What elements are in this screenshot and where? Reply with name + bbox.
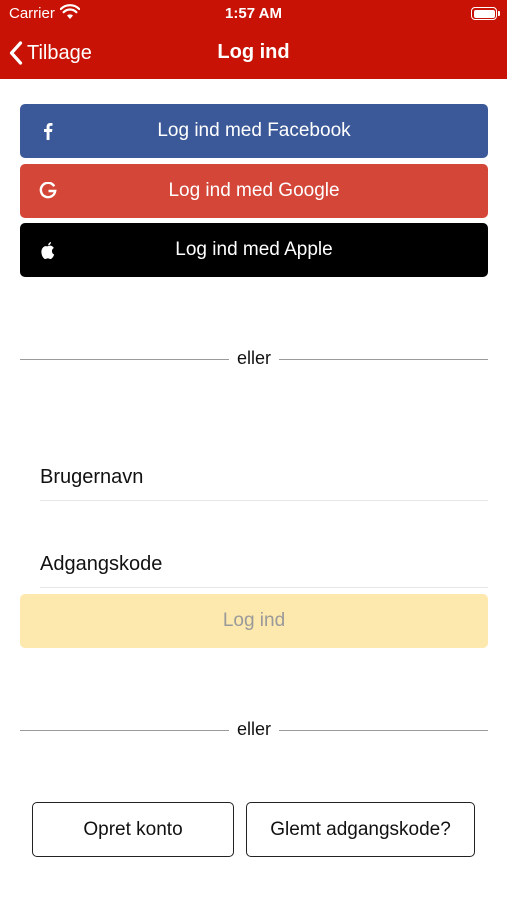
google-login-button[interactable]: Log ind med Google: [20, 164, 488, 218]
google-login-label: Log ind med Google: [168, 180, 340, 201]
password-field[interactable]: [40, 542, 488, 588]
navigation-bar: Tilbage Log ind: [0, 28, 507, 79]
apple-login-button[interactable]: Log ind med Apple: [20, 223, 488, 277]
divider-line-right: [279, 730, 488, 731]
or-divider-top: eller: [20, 348, 488, 370]
status-time: 1:57 AM: [225, 5, 282, 22]
facebook-login-button[interactable]: Log ind med Facebook: [20, 104, 488, 158]
apple-login-label: Log ind med Apple: [175, 239, 333, 260]
status-bar: Carrier 1:57 AM: [0, 0, 507, 28]
facebook-icon: [38, 120, 58, 142]
google-icon: [38, 180, 58, 202]
battery-icon: [471, 7, 500, 20]
page-title: Log ind: [217, 41, 290, 63]
apple-icon: [38, 239, 58, 261]
or-divider-bottom: eller: [20, 719, 488, 741]
login-button[interactable]: Log ind: [20, 594, 488, 648]
create-account-button[interactable]: Opret konto: [32, 802, 234, 857]
divider-line-right: [279, 359, 488, 360]
username-field[interactable]: [40, 455, 488, 501]
facebook-login-label: Log ind med Facebook: [157, 120, 351, 141]
forgot-password-button[interactable]: Glemt adgangskode?: [246, 802, 475, 857]
